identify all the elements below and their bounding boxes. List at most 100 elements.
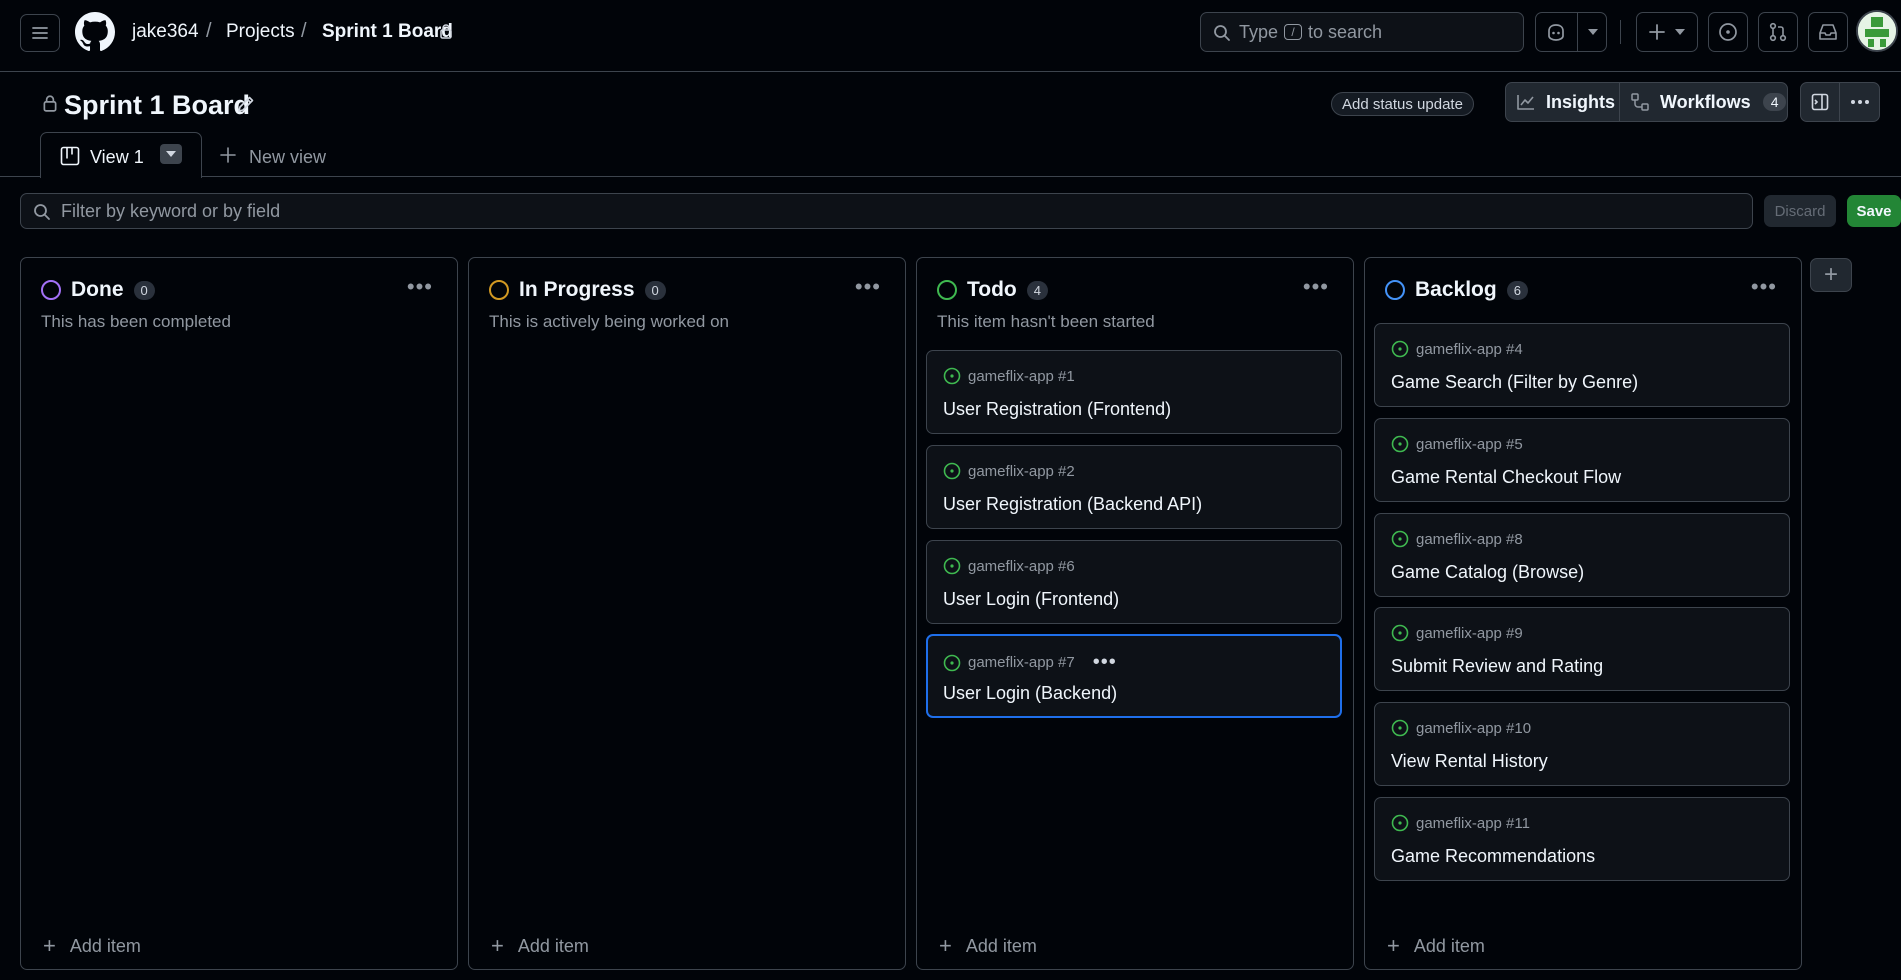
issue-card[interactable]: gameflix-app #11 Game Recommendations	[1374, 797, 1790, 881]
new-view-button[interactable]: New view	[249, 147, 326, 168]
issue-title[interactable]: Submit Review and Rating	[1391, 656, 1603, 677]
breadcrumb-separator: /	[301, 20, 307, 42]
avatar-identicon-icon	[1858, 12, 1896, 50]
pencil-icon[interactable]	[236, 94, 256, 114]
issue-title[interactable]: Game Search (Filter by Genre)	[1391, 372, 1638, 393]
issue-ref[interactable]: gameflix-app #2	[968, 463, 1075, 480]
divider	[1620, 20, 1621, 44]
inbox-button[interactable]	[1808, 12, 1848, 52]
view-options-dropdown[interactable]	[160, 144, 182, 164]
issues-button[interactable]	[1708, 12, 1748, 52]
add-item-button[interactable]: + Add item	[491, 933, 589, 959]
issue-ref[interactable]: gameflix-app #11	[1416, 815, 1530, 832]
lock-icon	[440, 24, 452, 39]
issue-title[interactable]: Game Rental Checkout Flow	[1391, 467, 1621, 488]
chevron-down-icon	[1675, 29, 1685, 35]
issue-card[interactable]: gameflix-app #1 User Registration (Front…	[926, 350, 1342, 434]
create-new-button[interactable]	[1636, 12, 1698, 52]
pull-requests-button[interactable]	[1758, 12, 1798, 52]
column-done: Done 0 ••• This has been completed + Add …	[20, 257, 458, 970]
user-avatar[interactable]	[1856, 10, 1898, 52]
column-menu-icon[interactable]: •••	[1303, 274, 1329, 300]
chevron-down-icon	[1587, 29, 1598, 35]
issue-opened-icon	[943, 557, 961, 575]
issue-title[interactable]: Game Catalog (Browse)	[1391, 562, 1584, 583]
plus-icon: +	[1823, 261, 1838, 288]
issue-ref[interactable]: gameflix-app #1	[968, 368, 1075, 385]
issue-title[interactable]: User Registration (Frontend)	[943, 399, 1171, 420]
insights-button[interactable]: Insights	[1506, 83, 1620, 121]
column-menu-icon[interactable]: •••	[1751, 274, 1777, 300]
save-button[interactable]: Save	[1847, 195, 1901, 227]
column-description: This item hasn't been started	[937, 312, 1155, 331]
card-menu-icon[interactable]: •••	[1093, 651, 1117, 674]
issue-ref[interactable]: gameflix-app #8	[1416, 531, 1523, 548]
issue-ref[interactable]: gameflix-app #9	[1416, 625, 1523, 642]
issue-ref[interactable]: gameflix-app #10	[1416, 720, 1531, 737]
issue-title[interactable]: Game Recommendations	[1391, 846, 1595, 867]
issue-ref[interactable]: gameflix-app #7	[968, 654, 1075, 671]
search-icon	[1214, 25, 1230, 41]
plus-icon: +	[43, 933, 56, 958]
column-menu-icon[interactable]: •••	[855, 274, 881, 300]
plus-icon: +	[491, 933, 504, 958]
workflows-counter: 4	[1762, 93, 1787, 111]
status-todo-icon	[937, 280, 957, 300]
breadcrumb-projects[interactable]: Projects	[226, 21, 295, 43]
top-header: jake364 / Projects / Sprint 1 Board Type…	[0, 0, 1901, 72]
issue-opened-icon	[1719, 23, 1737, 41]
issue-title[interactable]: User Login (Frontend)	[943, 589, 1119, 610]
column-menu-icon[interactable]: •••	[407, 274, 433, 300]
column-backlog: Backlog 6 ••• gameflix-app #4 Game Searc…	[1364, 257, 1802, 970]
column-count: 4	[1026, 280, 1048, 300]
add-item-button[interactable]: + Add item	[1387, 933, 1485, 959]
column-title: In Progress	[519, 278, 635, 301]
issue-opened-icon	[943, 654, 961, 671]
project-title: Sprint 1 Board	[64, 90, 251, 120]
issue-title[interactable]: User Registration (Backend API)	[943, 494, 1202, 515]
add-column-button[interactable]: +	[1810, 258, 1852, 292]
column-title: Todo	[967, 278, 1017, 301]
issue-card[interactable]: gameflix-app #5 Game Rental Checkout Flo…	[1374, 418, 1790, 502]
tab-bar-border	[0, 176, 1901, 177]
github-logo-icon[interactable]	[75, 12, 115, 52]
add-item-label: Add item	[1413, 935, 1485, 956]
issue-opened-icon	[1391, 624, 1409, 642]
issue-ref[interactable]: gameflix-app #4	[1416, 341, 1523, 358]
issue-card[interactable]: gameflix-app #6 User Login (Frontend)	[926, 540, 1342, 624]
add-item-button[interactable]: + Add item	[43, 933, 141, 959]
breadcrumb-owner[interactable]: jake364	[132, 21, 199, 43]
search-input[interactable]: Type / to search	[1200, 12, 1524, 52]
menu-icon	[32, 27, 48, 39]
issue-title[interactable]: View Rental History	[1391, 751, 1548, 772]
issue-card[interactable]: gameflix-app #4 Game Search (Filter by G…	[1374, 323, 1790, 407]
discard-button[interactable]: Discard	[1764, 195, 1836, 227]
filter-input[interactable]: Filter by keyword or by field	[20, 193, 1753, 229]
copilot-button[interactable]	[1535, 12, 1607, 52]
side-panel-button[interactable]	[1801, 83, 1841, 121]
board-icon	[60, 146, 80, 166]
search-icon	[34, 204, 50, 220]
issue-card-selected[interactable]: gameflix-app #7 ••• User Login (Backend)	[926, 634, 1342, 718]
plus-icon: +	[939, 933, 952, 958]
issue-ref[interactable]: gameflix-app #5	[1416, 436, 1523, 453]
issue-title[interactable]: User Login (Backend)	[943, 683, 1117, 704]
issue-ref[interactable]: gameflix-app #6	[968, 558, 1075, 575]
add-item-button[interactable]: + Add item	[939, 933, 1037, 959]
column-title: Backlog	[1415, 278, 1497, 301]
issue-card[interactable]: gameflix-app #9 Submit Review and Rating	[1374, 607, 1790, 691]
issue-card[interactable]: gameflix-app #8 Game Catalog (Browse)	[1374, 513, 1790, 597]
issue-card[interactable]: gameflix-app #10 View Rental History	[1374, 702, 1790, 786]
issue-opened-icon	[943, 367, 961, 385]
workflows-button[interactable]: Workflows 4	[1620, 83, 1787, 121]
graph-icon	[1517, 95, 1534, 110]
add-item-label: Add item	[69, 935, 141, 956]
more-options-button[interactable]	[1840, 83, 1879, 121]
insights-label: Insights	[1546, 91, 1616, 112]
hamburger-menu-button[interactable]	[20, 14, 60, 52]
add-status-update-button[interactable]: Add status update	[1331, 92, 1474, 116]
breadcrumb-board[interactable]: Sprint 1 Board	[322, 21, 453, 43]
column-count: 0	[133, 280, 155, 300]
status-in-progress-icon	[489, 280, 509, 300]
issue-card[interactable]: gameflix-app #2 User Registration (Backe…	[926, 445, 1342, 529]
